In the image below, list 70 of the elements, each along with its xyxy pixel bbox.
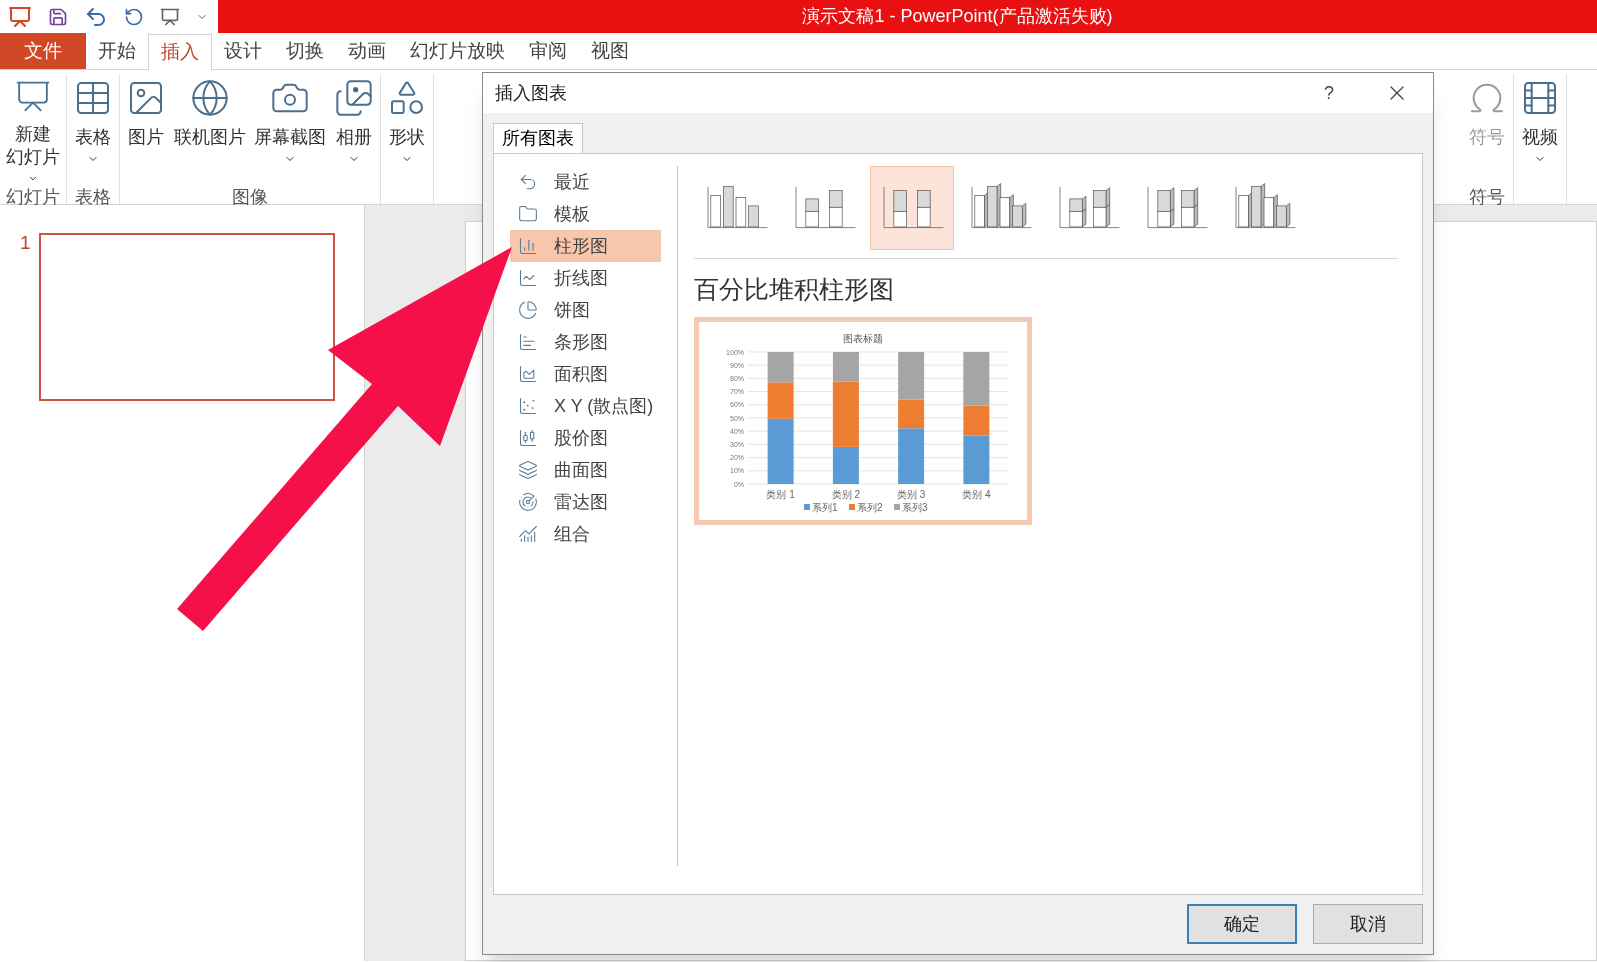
slideshow-icon[interactable] [160,6,180,27]
ribbon-button[interactable]: 形状 [385,74,429,184]
line-chart-icon [518,268,538,288]
ribbon-tab[interactable]: 设计 [212,33,274,69]
bar-chart-icon [518,332,538,352]
chart-category[interactable]: 面积图 [510,358,661,390]
dialog-button[interactable]: 确定 [1187,904,1297,944]
chart-category[interactable]: X Y (散点图) [510,390,661,422]
chart-category[interactable]: 柱形图 [510,230,661,262]
redo-icon[interactable] [124,6,144,27]
dialog-button[interactable]: 取消 [1313,904,1423,944]
ribbon-tab[interactable]: 幻灯片放映 [398,33,517,69]
legend-label: 系列2 [857,501,883,513]
ribbon-tab[interactable]: 动画 [336,33,398,69]
combo-chart-icon [518,524,538,544]
undo-icon [518,172,538,192]
ribbon-button[interactable]: 屏幕截图 [252,74,328,184]
chart-category[interactable]: 曲面图 [510,454,661,486]
group-label: 图像 [232,186,268,209]
scatter-chart-icon [518,396,538,416]
folder-icon [518,204,538,224]
radar-icon [518,492,538,512]
file-tab[interactable]: 文件 [0,33,86,69]
globe-icon [190,78,230,118]
slide-number: 1 [20,231,31,255]
chart-category[interactable]: 股价图 [510,422,661,454]
ribbon-button[interactable]: 相册 [332,74,376,184]
layers-icon [518,460,538,480]
ribbon-tab[interactable]: 开始 [86,33,148,69]
group-label: 表格 [75,186,111,209]
chart-category[interactable]: 组合 [510,518,661,550]
area-chart-icon [518,364,538,384]
group-label: 幻灯片 [6,186,60,209]
slide-thumbnail[interactable] [38,233,335,401]
save-icon[interactable] [48,6,68,27]
photos-icon [334,78,374,118]
legend-label: 系列1 [812,501,838,513]
dialog-tab[interactable]: 所有图表 [493,123,583,153]
ribbon-button[interactable]: 联机图片 [172,74,248,184]
legend-label: 系列3 [902,501,928,513]
candlestick-icon [518,428,538,448]
app-logo-icon[interactable] [8,4,32,29]
category-label: 类别 2 [831,488,861,500]
ribbon-button[interactable]: 表格 [71,74,115,184]
category-label: 类别 1 [766,488,795,500]
dialog-title: 插入图表 [495,81,567,105]
ribbon-button[interactable]: 图片 [124,74,168,184]
column-chart-icon [518,236,538,256]
bar-segment [767,351,794,382]
chart-category[interactable]: 饼图 [510,294,661,326]
category-label: 类别 3 [896,488,926,500]
chart-category[interactable]: 最近 [510,166,661,198]
category-label: 类别 4 [962,488,991,500]
window-title: 演示文稿1 - PowerPoint(产品激活失败) [802,5,1113,28]
help-button[interactable]: ? [1313,79,1345,107]
chart-type-heading: 百分比堆积柱形图 [694,274,895,305]
ribbon-tab[interactable]: 切换 [274,33,336,69]
chart-category[interactable]: 模板 [510,198,661,230]
chart-category[interactable]: 条形图 [510,326,661,358]
pie-chart-icon [518,300,538,320]
chart-category[interactable]: 雷达图 [510,486,661,518]
ribbon-tab[interactable]: 插入 [148,34,212,70]
ribbon-button[interactable]: 视频 [1518,74,1562,184]
chart-category[interactable]: 折线图 [510,262,661,294]
ribbon-tab[interactable]: 审阅 [517,33,579,69]
ribbon-button[interactable]: 新建 幻灯片 [4,74,62,184]
chart-type-option[interactable] [870,166,954,250]
ribbon-tab[interactable]: 视图 [579,33,641,69]
group-label: 符号 [1469,186,1505,209]
chart-title: 图表标题 [843,332,883,344]
